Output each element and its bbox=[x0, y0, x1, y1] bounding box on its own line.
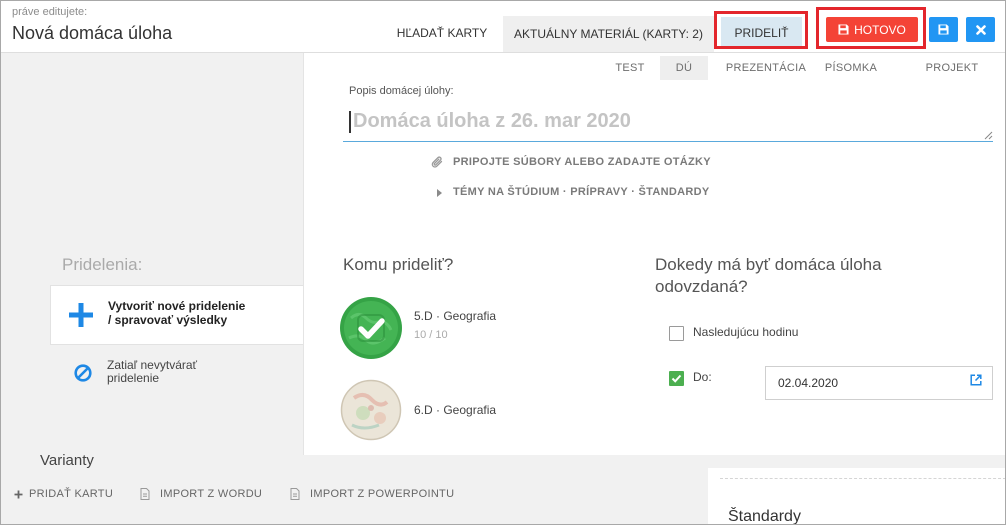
save-button[interactable] bbox=[929, 17, 958, 42]
class-item[interactable]: 5.D · Geografia 10 / 10 bbox=[339, 296, 639, 360]
calendar-edit-icon[interactable] bbox=[970, 374, 982, 386]
search-cards-link[interactable]: HĽADAŤ KARTY bbox=[392, 24, 492, 42]
description-input[interactable] bbox=[343, 102, 993, 142]
attach-files-link[interactable]: PRIPOJTE SÚBORY ALEBO ZADAJTE OTÁZKY bbox=[430, 154, 711, 170]
next-lesson-option[interactable]: Nasledujúcu hodinu bbox=[669, 324, 869, 343]
attach-files-label: PRIPOJTE SÚBORY ALEBO ZADAJTE OTÁZKY bbox=[453, 155, 711, 168]
close-icon bbox=[975, 24, 986, 35]
topics-label: TÉMY NA ŠTÚDIUM · PRÍPRAVY · ŠTANDARDY bbox=[453, 186, 710, 198]
class-map-icon[interactable] bbox=[340, 379, 402, 441]
class-name: 5.D · Geografia bbox=[414, 309, 497, 323]
until-date-label: Do: bbox=[693, 370, 712, 384]
page-title: Nová domáca úloha bbox=[12, 23, 173, 43]
done-button[interactable]: HOTOVO bbox=[826, 17, 918, 42]
class-map-checked-icon[interactable] bbox=[339, 296, 403, 360]
done-button-label: HOTOVO bbox=[854, 22, 906, 37]
editing-label: práve editujete: bbox=[12, 6, 88, 18]
floppy-disk-icon bbox=[838, 24, 849, 35]
plus-icon bbox=[69, 303, 93, 327]
import-word-button[interactable]: IMPORT Z WORDU bbox=[140, 487, 262, 501]
class-item[interactable]: 6.D · Geografia bbox=[339, 379, 639, 441]
assignments-heading: Pridelenia: bbox=[62, 255, 143, 274]
document-icon bbox=[290, 488, 300, 500]
document-icon bbox=[140, 488, 150, 500]
next-lesson-checkbox[interactable] bbox=[669, 326, 684, 341]
tab-presentation[interactable]: PREZENTÁCIA bbox=[716, 56, 816, 80]
ban-icon bbox=[74, 364, 92, 382]
topics-toggle[interactable]: TÉMY NA ŠTÚDIUM · PRÍPRAVY · ŠTANDARDY bbox=[437, 185, 709, 200]
text-cursor bbox=[349, 111, 351, 133]
floppy-disk-icon bbox=[938, 24, 949, 35]
next-lesson-label: Nasledujúcu hodinu bbox=[693, 325, 799, 339]
standards-heading: Štandardy bbox=[728, 508, 801, 525]
tab-test[interactable]: TEST bbox=[604, 56, 656, 80]
close-button[interactable] bbox=[966, 17, 995, 42]
tab-project[interactable]: PROJEKT bbox=[918, 56, 986, 80]
create-assignment-option[interactable]: Vytvoriť nové pridelenie / spravovať výs… bbox=[50, 285, 303, 345]
no-assignment-label: Zatiaľ nevytvárať pridelenie bbox=[107, 358, 198, 385]
deadline-heading: Dokedy má byť domáca úloha odovzdaná? bbox=[655, 255, 882, 296]
plus-icon bbox=[14, 490, 23, 499]
caret-right-icon bbox=[437, 188, 442, 197]
no-assignment-option[interactable]: Zatiaľ nevytvárať pridelenie bbox=[50, 352, 303, 394]
until-date-checkbox[interactable] bbox=[669, 371, 684, 386]
description-label: Popis domácej úlohy: bbox=[349, 85, 454, 97]
divider bbox=[720, 478, 1006, 479]
assignments-sidebar bbox=[0, 53, 303, 455]
import-word-label: IMPORT Z WORDU bbox=[160, 488, 263, 500]
due-date-input[interactable] bbox=[765, 366, 993, 400]
tab-homework[interactable]: DÚ bbox=[660, 56, 708, 80]
resize-grip-icon[interactable] bbox=[983, 130, 993, 140]
recipients-heading: Komu prideliť? bbox=[343, 255, 454, 274]
class-name: 6.D · Geografia bbox=[414, 403, 497, 417]
class-progress: 10 / 10 bbox=[414, 329, 448, 341]
homework-editor: práve editujete: Nová domáca úloha HĽADA… bbox=[0, 0, 1006, 525]
paperclip-icon bbox=[430, 155, 444, 169]
variants-heading: Varianty bbox=[40, 452, 94, 469]
add-card-label: PRIDAŤ KARTU bbox=[29, 488, 114, 500]
create-assignment-label: Vytvoriť nové pridelenie / spravovať výs… bbox=[108, 299, 246, 327]
tab-current-material[interactable]: AKTUÁLNY MATERIÁL (KARTY: 2) bbox=[503, 16, 714, 52]
import-powerpoint-label: IMPORT Z POWERPOINTU bbox=[310, 488, 455, 500]
import-powerpoint-button[interactable]: IMPORT Z POWERPOINTU bbox=[290, 487, 454, 501]
tab-assign[interactable]: PRIDELIŤ bbox=[721, 17, 802, 49]
top-bar: práve editujete: Nová domáca úloha HĽADA… bbox=[0, 0, 1006, 53]
tab-written-exam[interactable]: PÍSOMKA bbox=[818, 56, 884, 80]
until-date-option[interactable]: Do: bbox=[669, 369, 759, 388]
add-card-button[interactable]: PRIDAŤ KARTU bbox=[14, 487, 113, 501]
